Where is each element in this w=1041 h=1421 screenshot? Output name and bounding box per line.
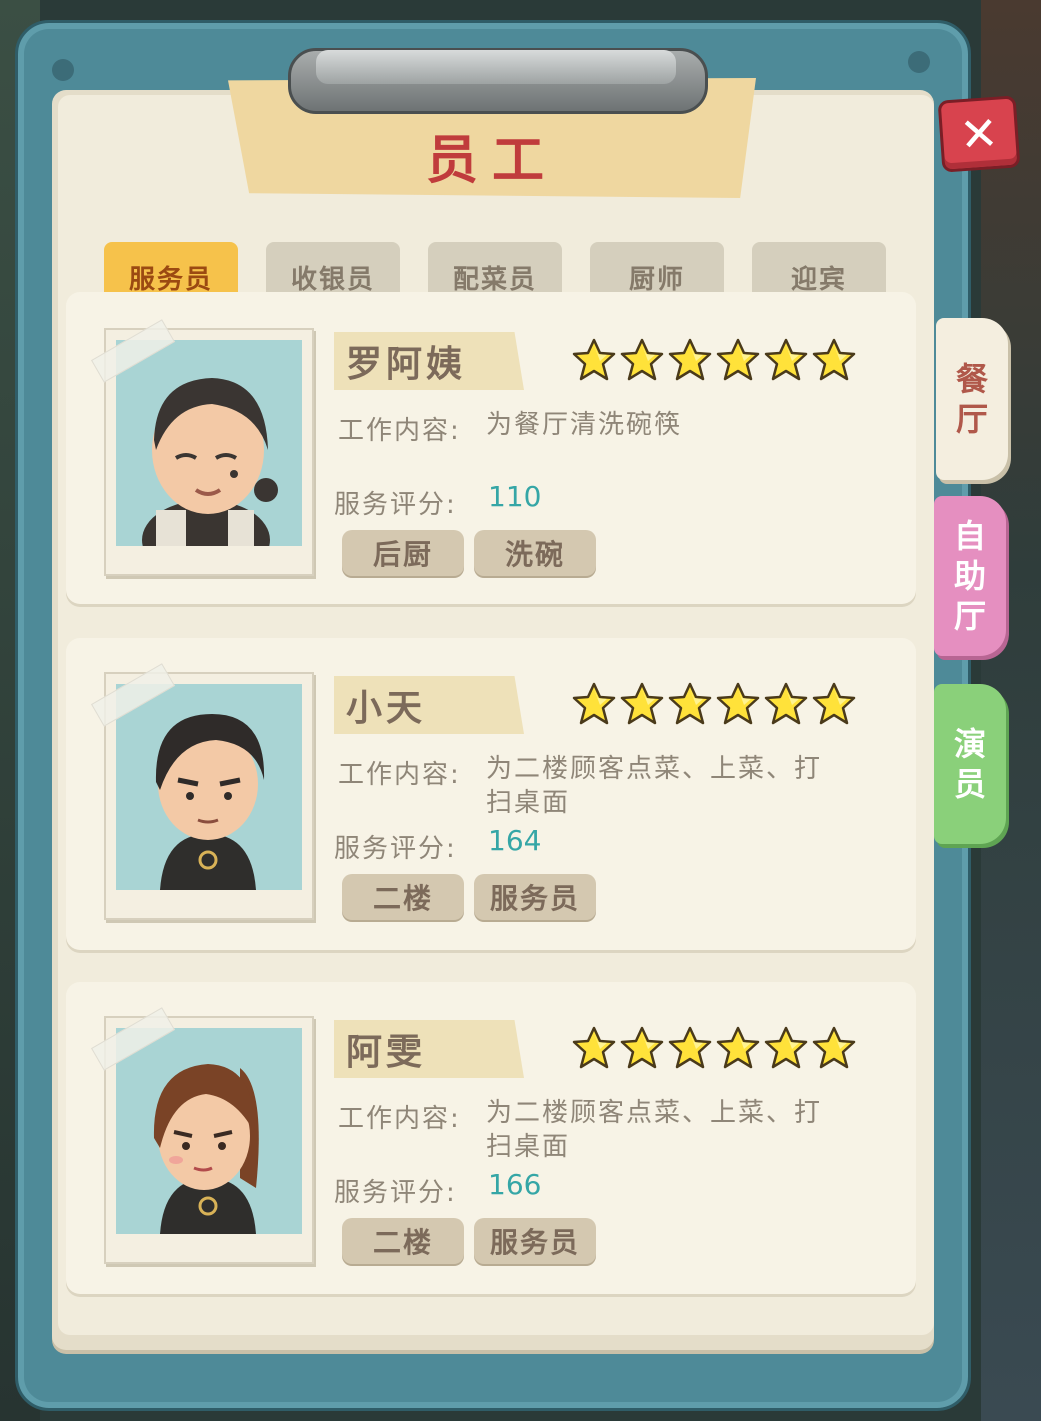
side-tab-actor[interactable]: 演员 <box>934 684 1006 844</box>
score-value: 164 <box>488 824 542 857</box>
side-tab-label: 餐厅 <box>955 360 988 438</box>
star-icon <box>620 338 664 382</box>
side-tab-label: 自助厅 <box>953 517 986 635</box>
staff-name: 罗阿姨 <box>334 332 524 390</box>
rating-stars <box>572 1026 856 1070</box>
staff-card[interactable]: 罗阿姨 工作内容: 为餐厅清洗碗筷 服务评分: 110 后厨 洗碗 <box>66 292 916 604</box>
staff-photo <box>90 319 314 576</box>
avatar <box>155 714 265 890</box>
work-label: 工作内容: <box>338 416 461 446</box>
avatar <box>142 378 278 546</box>
tag-badge: 洗碗 <box>474 530 596 576</box>
star-icon <box>572 682 616 726</box>
rating-stars <box>572 338 856 382</box>
staff-name: 阿雯 <box>334 1020 524 1078</box>
star-icon <box>620 682 664 726</box>
work-description: 为二楼顾客点菜、上菜、打扫桌面 <box>486 1098 823 1162</box>
side-tab-label: 演员 <box>953 725 986 803</box>
staff-card[interactable]: 阿雯 工作内容: 为二楼顾客点菜、上菜、打扫桌面 服务评分: 166 二楼 服务… <box>66 982 916 1294</box>
page-title: 员工 <box>425 131 558 191</box>
star-icon <box>620 1026 664 1070</box>
star-icon <box>812 338 856 382</box>
score-value: 166 <box>488 1168 542 1201</box>
score-label: 服务评分: <box>334 490 457 520</box>
staff-photo <box>90 663 314 920</box>
close-button[interactable]: ✕ <box>937 95 1021 173</box>
staff-name: 小天 <box>334 676 524 734</box>
tag-badge: 后厨 <box>342 530 464 576</box>
tag-badge: 二楼 <box>342 874 464 920</box>
work-label: 工作内容: <box>338 1104 461 1134</box>
star-icon <box>572 338 616 382</box>
star-icon <box>716 682 760 726</box>
score-label: 服务评分: <box>334 1178 457 1208</box>
rating-stars <box>572 682 856 726</box>
star-icon <box>764 338 808 382</box>
star-icon <box>716 1026 760 1070</box>
work-label: 工作内容: <box>338 760 461 790</box>
work-description: 为餐厅清洗碗筷 <box>486 410 683 440</box>
tag-badge: 服务员 <box>474 874 596 920</box>
star-icon <box>572 1026 616 1070</box>
tag-badge: 服务员 <box>474 1218 596 1264</box>
side-tab-buffet[interactable]: 自助厅 <box>934 496 1006 656</box>
star-icon <box>668 1026 712 1070</box>
star-icon <box>716 338 760 382</box>
score-value: 110 <box>488 480 542 513</box>
work-description: 为二楼顾客点菜、上菜、打扫桌面 <box>486 754 823 818</box>
clip-bar <box>316 50 676 84</box>
star-icon <box>812 1026 856 1070</box>
star-icon <box>668 682 712 726</box>
star-icon <box>668 338 712 382</box>
close-icon: ✕ <box>957 105 1001 163</box>
score-label: 服务评分: <box>334 834 457 864</box>
star-icon <box>764 682 808 726</box>
star-icon <box>812 682 856 726</box>
staff-card[interactable]: 小天 工作内容: 为二楼顾客点菜、上菜、打扫桌面 服务评分: 164 二楼 服务… <box>66 638 916 950</box>
avatar <box>153 1064 259 1234</box>
staff-photo <box>90 1007 314 1264</box>
side-tab-restaurant[interactable]: 餐厅 <box>936 318 1008 480</box>
screw-icon <box>52 59 74 81</box>
screw-icon <box>908 51 930 73</box>
star-icon <box>764 1026 808 1070</box>
tag-badge: 二楼 <box>342 1218 464 1264</box>
